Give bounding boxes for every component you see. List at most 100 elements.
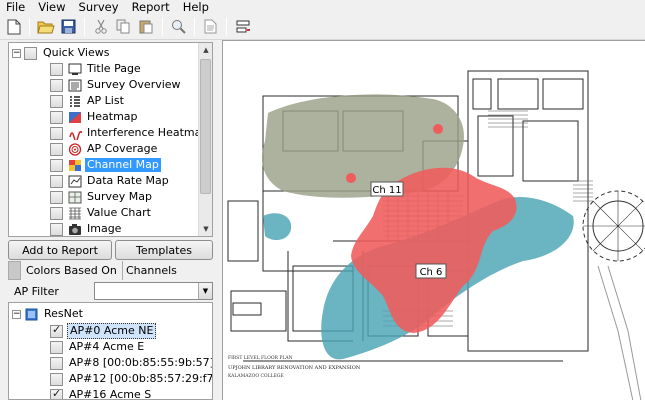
ap-label: AP#0 Acme NE [67,323,157,339]
college-name: KALAMAZOO COLLEGE [228,373,284,379]
scroll-thumb[interactable] [200,59,211,194]
dropdown-arrow-icon[interactable]: ▼ [198,283,212,299]
network-tree[interactable]: − ResNet AP#0 Acme NE AP#4 Acme E AP#8 [… [8,302,213,400]
menu-file[interactable]: File [0,0,32,14]
toolbar-separator [29,17,30,36]
checkbox[interactable] [50,190,63,204]
checkbox[interactable] [50,78,63,92]
tree-item-value-chart[interactable]: Value Chart [50,205,153,221]
scroll-up-icon[interactable]: ▲ [199,43,212,57]
menu-view[interactable]: View [32,0,72,14]
checkbox[interactable] [50,126,63,140]
copy-icon[interactable] [112,16,135,38]
tree-item-label: Heatmap [87,110,138,123]
ap-label: AP#12 [00:0b:85:57:29:f7] I [69,372,213,385]
open-folder-icon[interactable] [34,16,57,38]
quick-views-label: Quick Views [43,46,110,59]
tree-item-label: Channel Map [85,158,161,172]
toolbar-separator [226,17,227,36]
tree-item-label: Image [87,222,122,235]
toolbar-separator [194,17,195,36]
ap-filter-label: AP Filter [14,285,59,298]
tree-item-survey-map[interactable]: Survey Map [50,189,154,205]
checkbox[interactable] [50,158,63,172]
checkbox[interactable] [50,174,63,188]
project-title: UPJOHN LIBRARY RENOVATION AND EXPANSION [228,365,361,371]
interference-icon [67,126,82,140]
scroll-down-icon[interactable]: ▼ [199,222,212,236]
checkbox[interactable] [50,206,63,220]
heatmap-icon [67,110,82,124]
collapse-icon[interactable]: − [12,309,21,319]
quick-views-tree[interactable]: − Quick Views Title Page Survey Overview… [8,42,213,237]
ap-label: AP#8 [00:0b:85:55:9b:57] C [69,356,213,369]
tree-item-ap-list[interactable]: AP List [50,93,126,109]
checkbox[interactable] [50,372,63,386]
save-icon[interactable] [57,16,80,38]
settings-icon[interactable] [231,16,254,38]
channel-map-icon [67,158,82,172]
network-root[interactable]: − ResNet [12,306,85,322]
tree-item-survey-overview[interactable]: Survey Overview [50,77,183,93]
checkbox[interactable] [50,340,63,354]
color-swatch [8,261,21,280]
checkbox[interactable] [50,142,63,156]
tree-item-title-page[interactable]: Title Page [50,61,143,77]
tree-item-label: Title Page [87,62,141,75]
tree-item-ap-coverage[interactable]: AP Coverage [50,141,159,157]
channel-6-spot [433,124,443,134]
document-icon[interactable] [199,16,222,38]
ap-item-0[interactable]: AP#0 Acme NE [50,323,157,339]
tree-item-data-rate-map[interactable]: Data Rate Map [50,173,171,189]
ap-label: AP#4 Acme E [69,340,145,353]
tree-item-label: Interference Heatmap [87,126,209,139]
checkbox[interactable] [50,222,63,236]
toolbar-separator [84,17,85,36]
menu-bar: File View Survey Report Help [0,0,645,14]
menu-help[interactable]: Help [177,0,216,14]
channel-6-label: Ch 6 [415,263,447,279]
templates-button[interactable]: Templates [115,240,213,260]
colors-based-on-label: Colors Based On [26,264,117,277]
quick-views-scrollbar[interactable]: ▲ ▼ [198,43,212,236]
title-page-icon [67,62,82,76]
checkbox[interactable] [50,356,63,370]
collapse-icon[interactable]: − [12,48,21,58]
colors-based-on-value[interactable]: Channels [122,261,213,280]
channel-6-spot [346,173,356,183]
left-pane: − Quick Views Title Page Survey Overview… [0,40,218,400]
ap-item-4[interactable]: AP#16 Acme S [50,387,153,400]
checkbox[interactable] [50,94,63,108]
plan-caption: FIRST LEVEL FLOOR PLAN [228,355,293,361]
menu-survey[interactable]: Survey [73,0,126,14]
ap-item-1[interactable]: AP#4 Acme E [50,339,146,355]
tree-item-interference-heatmap[interactable]: Interference Heatmap [50,125,210,141]
image-icon [67,222,82,236]
quick-views-checkbox[interactable] [24,46,37,60]
new-file-icon[interactable] [2,16,25,38]
checkbox-checked[interactable] [50,323,63,338]
checkbox-checked[interactable] [50,387,63,399]
svg-text:Ch 11: Ch 11 [372,185,401,196]
menu-report[interactable]: Report [126,0,177,14]
quick-views-root[interactable]: − Quick Views [12,45,111,61]
tree-item-label: Survey Map [87,190,152,203]
ap-item-3[interactable]: AP#12 [00:0b:85:57:29:f7] I [50,371,213,387]
tree-item-channel-map[interactable]: Channel Map [50,157,161,173]
tree-item-heatmap[interactable]: Heatmap [50,109,140,125]
paste-icon[interactable] [135,16,158,38]
value-chart-icon [67,206,82,220]
ap-label: AP#16 Acme S [69,388,152,400]
floor-plan-map[interactable]: Ch 11 Ch 6 FIRST LEVEL FLOOR PLAN UPJOHN… [222,40,645,400]
svg-text:Ch 6: Ch 6 [420,267,443,278]
checkbox[interactable] [50,110,63,124]
add-to-report-button[interactable]: Add to Report [8,240,112,260]
data-rate-icon [67,174,82,188]
ap-filter-select[interactable]: ▼ [94,282,213,300]
zoom-icon[interactable] [167,16,190,38]
colors-based-on-row: Colors Based On Channels [8,261,213,280]
tree-item-image[interactable]: Image [50,221,123,236]
checkbox[interactable] [50,62,63,76]
ap-item-2[interactable]: AP#8 [00:0b:85:55:9b:57] C [50,355,213,371]
cut-icon[interactable] [89,16,112,38]
